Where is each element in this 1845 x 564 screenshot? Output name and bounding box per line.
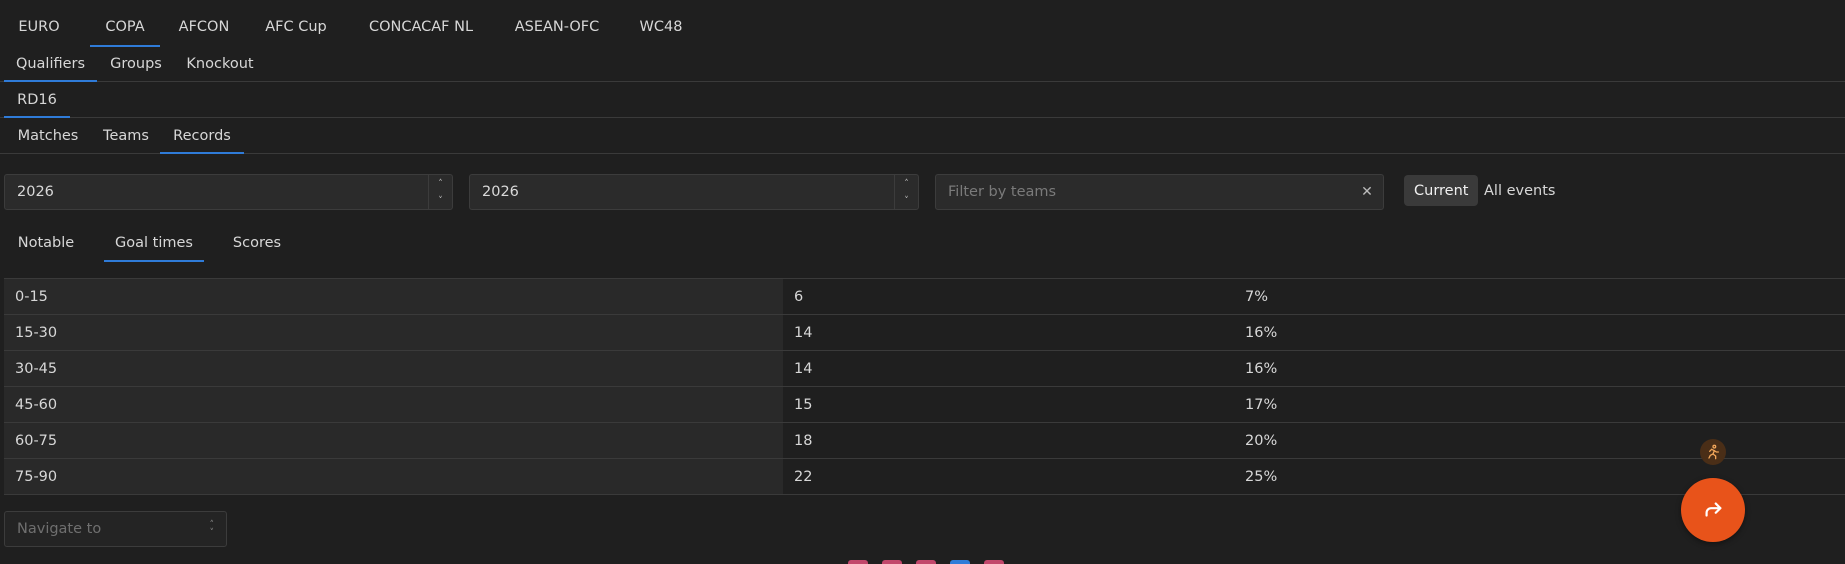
time-range-cell: 75-90 xyxy=(4,459,783,494)
goals-cell: 22 xyxy=(794,468,813,485)
tab-notable[interactable]: Notable xyxy=(4,225,88,261)
all-events-button[interactable]: All events xyxy=(1484,175,1555,206)
tab-knockout[interactable]: Knockout xyxy=(175,46,265,81)
table-row: 30-45 14 16% xyxy=(4,351,1845,387)
tab-afcon[interactable]: AFCON xyxy=(160,8,248,46)
tab-rd16[interactable]: RD16 xyxy=(4,82,70,118)
stage-tabs: Qualifiers Groups Knockout xyxy=(0,46,1845,82)
percent-cell: 25% xyxy=(1245,468,1278,485)
goals-cell: 15 xyxy=(794,396,813,413)
record-tabs: Notable Goal times Scores xyxy=(0,225,1845,262)
time-range-cell: 30-45 xyxy=(4,351,783,386)
tab-concacaf-nl[interactable]: CONCACAF NL xyxy=(348,8,494,46)
competition-tabs: EURO COPA AFCON AFC Cup CONCACAF NL ASEA… xyxy=(0,8,1845,47)
percent-cell: 16% xyxy=(1245,360,1278,377)
navigate-placeholder: Navigate to xyxy=(17,521,102,537)
table-row: 45-60 15 17% xyxy=(4,387,1845,423)
tab-afc-cup[interactable]: AFC Cup xyxy=(248,8,344,46)
chevron-up-icon[interactable]: ˄ xyxy=(895,175,918,192)
tab-qualifiers[interactable]: Qualifiers xyxy=(4,46,97,82)
percent-cell: 7% xyxy=(1245,288,1269,305)
table-row: 60-75 18 20% xyxy=(4,423,1845,459)
year-to-stepper[interactable]: ˄ ˅ xyxy=(894,175,918,209)
chevron-up-icon[interactable]: ˄ xyxy=(429,175,452,192)
goal-times-table: 0-15 6 7% 15-30 14 16% 30-45 14 16% 45-6… xyxy=(4,278,1845,495)
goals-cell: 14 xyxy=(794,360,813,377)
tab-scores[interactable]: Scores xyxy=(212,225,302,261)
percent-cell: 20% xyxy=(1245,432,1278,449)
tab-copa[interactable]: COPA xyxy=(90,8,160,47)
year-to-value: 2026 xyxy=(482,184,519,200)
time-range-cell: 0-15 xyxy=(4,279,783,314)
footer-swatch xyxy=(848,560,868,564)
table-row: 0-15 6 7% xyxy=(4,279,1845,315)
table-row: 75-90 22 25% xyxy=(4,459,1845,495)
percent-cell: 17% xyxy=(1245,396,1278,413)
time-range-cell: 60-75 xyxy=(4,423,783,458)
close-icon[interactable]: ✕ xyxy=(1351,184,1383,200)
footer-swatch xyxy=(984,560,1004,564)
goals-cell: 6 xyxy=(794,288,804,305)
footer-swatch xyxy=(916,560,936,564)
navigate-select[interactable]: Navigate to ˄ ˅ xyxy=(4,511,227,547)
round-tabs: RD16 xyxy=(0,82,1845,118)
footer-swatch xyxy=(950,560,970,564)
share-arrow-icon xyxy=(1705,502,1722,517)
share-button[interactable] xyxy=(1681,478,1745,542)
tab-goal-times[interactable]: Goal times xyxy=(104,225,204,262)
team-filter: ✕ xyxy=(935,174,1384,210)
percent-cell: 16% xyxy=(1245,324,1278,341)
time-range-cell: 45-60 xyxy=(4,387,783,422)
tab-teams[interactable]: Teams xyxy=(92,118,160,153)
goals-cell: 18 xyxy=(794,432,813,449)
time-range-cell: 15-30 xyxy=(4,315,783,350)
tab-records[interactable]: Records xyxy=(160,118,244,154)
page: EURO COPA AFCON AFC Cup CONCACAF NL ASEA… xyxy=(0,0,1845,564)
current-button[interactable]: Current xyxy=(1404,175,1479,206)
year-from-stepper[interactable]: ˄ ˅ xyxy=(428,175,452,209)
tab-groups[interactable]: Groups xyxy=(97,46,175,81)
year-from-input[interactable]: 2026 ˄ ˅ xyxy=(4,174,453,210)
tab-matches[interactable]: Matches xyxy=(4,118,92,153)
tab-asean-ofc[interactable]: ASEAN-OFC xyxy=(494,8,620,46)
tab-wc48[interactable]: WC48 xyxy=(620,8,702,46)
view-tabs: Matches Teams Records xyxy=(0,118,1845,154)
table-row: 15-30 14 16% xyxy=(4,315,1845,351)
tab-euro[interactable]: EURO xyxy=(4,8,74,46)
year-to-input[interactable]: 2026 ˄ ˅ xyxy=(469,174,919,210)
chevron-down-icon[interactable]: ˅ xyxy=(429,192,452,209)
chevron-down-icon[interactable]: ˅ xyxy=(895,192,918,209)
goals-cell: 14 xyxy=(794,324,813,341)
year-from-value: 2026 xyxy=(17,184,54,200)
chevron-up-down-icon: ˄ ˅ xyxy=(209,520,215,538)
team-filter-input[interactable] xyxy=(936,184,1351,200)
running-person-icon[interactable] xyxy=(1700,439,1726,465)
footer-swatch xyxy=(882,560,902,564)
